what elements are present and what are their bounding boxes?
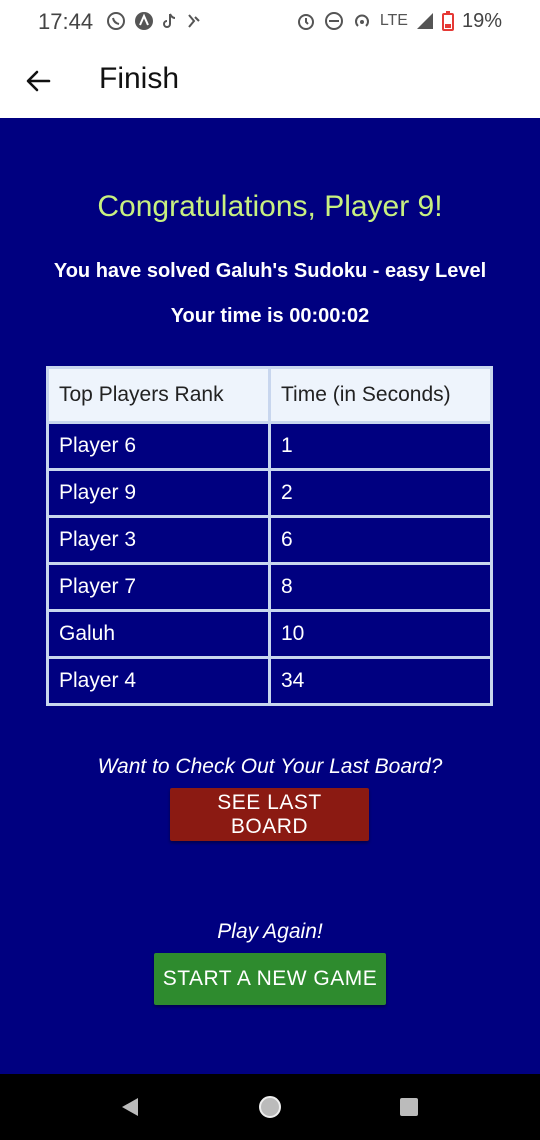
signal-icon [416,12,434,30]
status-bar: 17:44 LTE 19% [0,0,540,44]
player-cell: Player 7 [46,562,271,612]
play-again-prompt: Play Again! [217,920,323,943]
start-new-game-button[interactable]: START A NEW GAME [154,953,386,1005]
leaderboard-table: Top Players Rank Time (in Seconds) Playe… [46,366,493,706]
nav-back-button[interactable] [117,1094,143,1120]
player-cell: Player 4 [46,656,271,706]
finish-screen: Congratulations, Player 9! You have solv… [0,118,540,1074]
alarm-icon [296,11,316,31]
time-cell: 10 [268,609,493,659]
dnd-icon [324,11,344,31]
app-icon [134,11,154,31]
header-time: Time (in Seconds) [268,366,493,424]
arrow-left-icon [26,70,51,92]
page-title: Finish [99,62,180,95]
player-cell: Player 6 [46,421,271,471]
time-cell: 34 [268,656,493,706]
recents-square-icon [400,1098,418,1116]
network-type: LTE [379,12,408,29]
home-circle-icon [259,1096,281,1118]
player-cell: Galuh [46,609,271,659]
table-row: Player 6 1 [46,421,493,471]
solved-message: You have solved Galuh's Sudoku - easy Le… [53,260,487,282]
nav-home-button[interactable] [257,1094,283,1120]
table-row: Player 9 2 [46,468,493,518]
time-cell: 1 [268,421,493,471]
see-last-board-button[interactable]: SEE LAST BOARD [170,788,369,841]
hotspot-icon [352,11,372,31]
status-time: 17:44 [38,9,94,34]
time-cell: 2 [268,468,493,518]
player-cell: Player 3 [46,515,271,565]
time-message: Your time is 00:00:02 [170,305,370,327]
nav-recents-button[interactable] [396,1094,422,1120]
status-icons-right: LTE 19% [296,9,502,33]
congrats-heading: Congratulations, Player 9! [97,190,443,223]
table-row: Galuh 10 [46,609,493,659]
table-row: Player 3 6 [46,515,493,565]
app-icon [186,12,202,30]
player-cell: Player 9 [46,468,271,518]
battery-percent: 19% [461,9,502,32]
back-button[interactable] [18,61,58,101]
nav-bar [0,1074,540,1140]
status-icons-left [106,9,202,33]
whatsapp-icon [106,11,126,31]
header-rank: Top Players Rank [46,366,271,424]
time-cell: 8 [268,562,493,612]
back-triangle-icon [122,1098,138,1116]
app-bar: Finish [0,44,540,118]
battery-icon [441,11,454,31]
table-header-row: Top Players Rank Time (in Seconds) [46,366,493,424]
table-row: Player 4 34 [46,656,493,706]
checkout-prompt: Want to Check Out Your Last Board? [97,755,443,778]
table-row: Player 7 8 [46,562,493,612]
time-cell: 6 [268,515,493,565]
tiktok-icon [162,12,178,30]
